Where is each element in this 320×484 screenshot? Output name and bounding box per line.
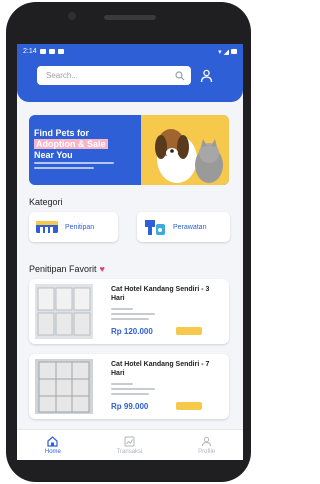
nav-home[interactable]: Home	[44, 435, 61, 455]
speaker-grille	[104, 15, 156, 20]
product-badge	[176, 402, 202, 410]
product-detail	[111, 393, 149, 395]
product-card[interactable]: Cat Hotel Kandang Sendiri - 3 Hari Rp 12…	[29, 279, 229, 344]
product-image	[35, 284, 93, 339]
product-title: Cat Hotel Kandang Sendiri - 7 Hari	[111, 361, 210, 377]
phone-frame: 2:14 ▾ ◢ Search... Find Pets for Adoptio…	[6, 2, 251, 482]
product-image	[35, 359, 93, 414]
product-badge	[176, 327, 202, 335]
nav-label: Transaksi	[116, 448, 143, 455]
kategori-label: Penitipan	[65, 223, 95, 231]
product-detail	[111, 388, 155, 390]
product-price: Rp 120.000	[111, 327, 153, 336]
favorit-title: Penitipan Favorit ♥	[29, 264, 105, 274]
settings-icon	[39, 49, 46, 54]
message-icon	[57, 49, 64, 54]
nav-transaksi[interactable]: Transaksi	[116, 436, 143, 455]
banner-subtext	[34, 167, 94, 169]
dog-cat-illustration	[155, 129, 223, 183]
kategori-label: Perawatan	[173, 223, 207, 231]
nav-label: Profile	[198, 448, 216, 455]
product-title: Cat Hotel Kandang Sendiri - 3 Hari	[111, 286, 210, 302]
product-detail	[111, 318, 149, 320]
cage-image	[35, 284, 93, 339]
app-header: Search...	[17, 59, 243, 102]
favorit-title-text: Penitipan Favorit	[29, 264, 97, 274]
profile-icon[interactable]	[200, 69, 213, 83]
product-card[interactable]: Cat Hotel Kandang Sendiri - 7 Hari Rp 99…	[29, 354, 229, 419]
store-icon	[36, 221, 58, 233]
wifi-icon: ▾	[218, 48, 222, 56]
kategori-perawatan[interactable]: Perawatan	[137, 212, 230, 242]
product-detail	[111, 313, 155, 315]
banner-subtext	[34, 162, 114, 164]
promo-banner[interactable]: Find Pets for Adoption & Sale Near You	[29, 115, 229, 185]
nav-profile[interactable]: Profile	[198, 436, 215, 455]
banner-headline-3: Near You	[34, 150, 73, 160]
banner-pet-image	[141, 115, 229, 185]
banner-headline-2: Adoption & Sale	[34, 139, 108, 149]
banner-headline-1: Find Pets for	[34, 128, 90, 138]
user-icon	[202, 436, 212, 446]
kategori-penitipan[interactable]: Penitipan	[29, 212, 118, 242]
front-camera	[68, 12, 76, 20]
status-bar: 2:14 ▾ ◢	[17, 44, 243, 59]
app-screen: 2:14 ▾ ◢ Search... Find Pets for Adoptio…	[17, 44, 243, 460]
search-input[interactable]: Search...	[37, 66, 191, 85]
notification-icon	[48, 49, 55, 54]
status-time: 2:14	[23, 48, 37, 55]
home-icon	[47, 435, 58, 447]
product-detail	[111, 383, 133, 385]
chart-icon	[124, 436, 135, 446]
search-icon[interactable]	[175, 70, 185, 81]
product-detail	[111, 308, 133, 310]
nav-label: Home	[44, 448, 61, 455]
kategori-title: Kategori	[29, 197, 63, 207]
heart-icon: ♥	[99, 264, 105, 274]
grooming-icon	[145, 220, 165, 235]
search-placeholder: Search...	[46, 71, 79, 80]
cage-image	[35, 359, 93, 414]
signal-icon: ◢	[223, 48, 229, 56]
bottom-nav: Home Transaksi Profile	[17, 429, 243, 460]
battery-icon	[231, 49, 237, 54]
product-price: Rp 99.000	[111, 402, 149, 411]
